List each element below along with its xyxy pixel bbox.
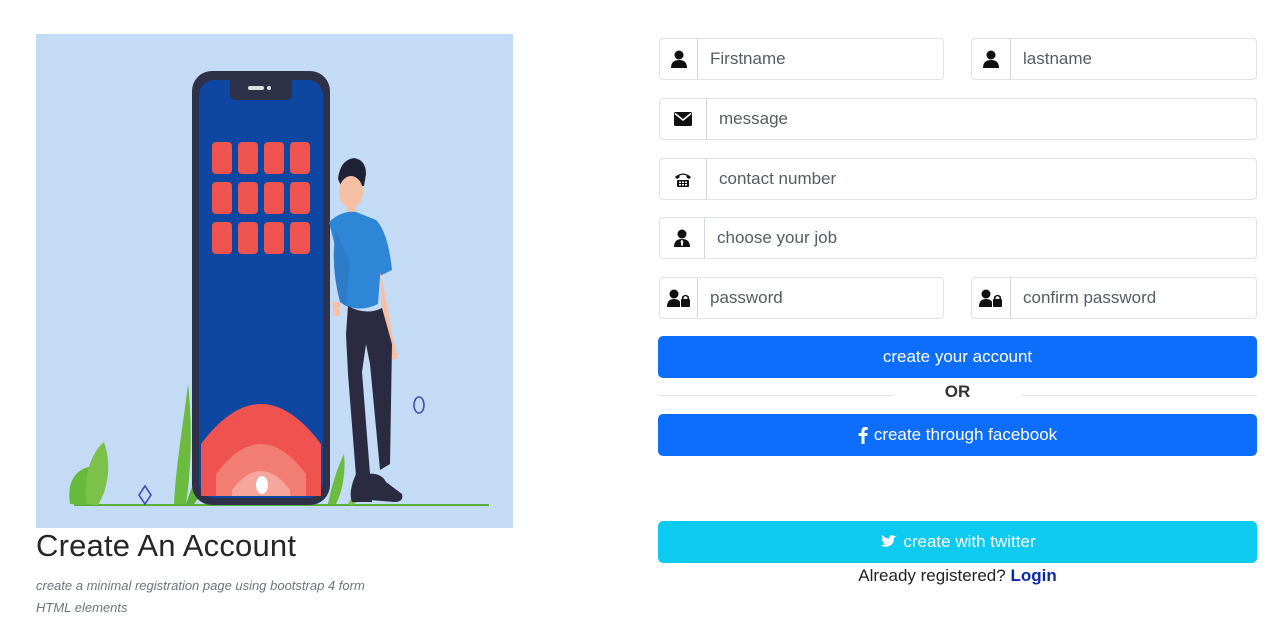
lastname-input[interactable] <box>1011 39 1256 79</box>
phone-icon <box>660 159 707 199</box>
twitter-icon <box>879 534 898 550</box>
envelope-icon <box>660 99 707 139</box>
password-group <box>659 277 944 319</box>
create-account-label: create your account <box>882 347 1033 366</box>
password-input[interactable] <box>698 278 943 318</box>
user-lock-icon <box>972 278 1011 318</box>
job-group <box>659 217 1257 259</box>
contact-group <box>659 158 1257 200</box>
facebook-icon <box>858 426 868 444</box>
page-title: Create An Account <box>36 528 297 563</box>
or-divider: OR <box>658 382 1257 404</box>
confirm-password-input[interactable] <box>1011 278 1256 318</box>
firstname-input[interactable] <box>698 39 943 79</box>
user-icon <box>972 39 1011 79</box>
hero-illustration <box>36 34 513 528</box>
login-link[interactable]: Login <box>1010 566 1056 585</box>
or-label: OR <box>944 382 971 401</box>
login-prompt: Already registered? Login <box>658 566 1257 586</box>
firstname-group <box>659 38 944 80</box>
user-lock-icon <box>660 278 698 318</box>
create-account-button[interactable]: create your account <box>658 336 1257 378</box>
lastname-group <box>971 38 1257 80</box>
page-subtitle: create a minimal registration page using… <box>36 578 365 615</box>
message-group <box>659 98 1257 140</box>
message-input[interactable] <box>707 99 1256 139</box>
twitter-signup-label: create with twitter <box>903 532 1036 551</box>
confirm-password-group <box>971 277 1257 319</box>
facebook-signup-label: create through facebook <box>873 425 1058 444</box>
user-tie-icon <box>660 218 705 258</box>
contact-number-input[interactable] <box>707 159 1256 199</box>
twitter-signup-button[interactable]: create with twitter <box>658 521 1257 563</box>
user-icon <box>660 39 698 79</box>
already-registered-text: Already registered? <box>858 566 1006 585</box>
facebook-signup-button[interactable]: create through facebook <box>658 414 1257 456</box>
job-input[interactable] <box>705 218 1256 258</box>
